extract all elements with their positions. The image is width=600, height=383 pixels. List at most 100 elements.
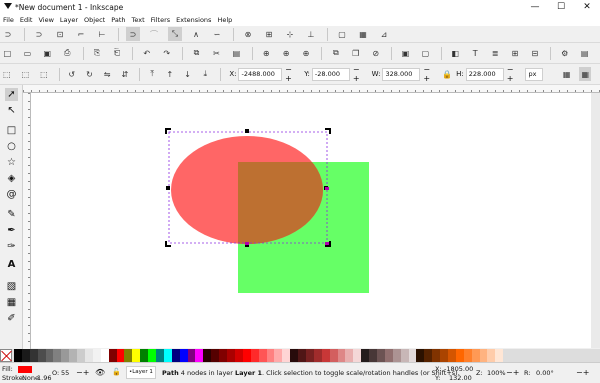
calligraphy-tool-icon[interactable]: ✑ <box>5 240 18 253</box>
print-icon[interactable]: ⎙ <box>63 48 72 58</box>
y-input[interactable]: -28.000 <box>311 67 350 81</box>
flip-horizontal-icon[interactable]: ⇋ <box>104 69 111 79</box>
color-swatch[interactable] <box>108 349 117 362</box>
text-tool-icon[interactable]: A <box>5 258 18 271</box>
maximize-button[interactable]: ☐ <box>548 0 574 14</box>
snap-grid-icon[interactable]: ▦ <box>358 29 368 39</box>
color-swatch[interactable] <box>329 349 338 362</box>
open-icon[interactable]: ▭ <box>23 48 32 58</box>
color-swatch[interactable] <box>37 349 46 362</box>
text-font-icon[interactable]: T <box>471 48 480 58</box>
color-swatch[interactable] <box>258 349 267 362</box>
menu-help[interactable]: Help <box>217 16 232 24</box>
color-swatch[interactable] <box>392 349 401 362</box>
snap-guide-icon[interactable]: ⊿ <box>379 29 389 39</box>
snap-bbox-icon[interactable]: ⊃ <box>34 29 44 39</box>
snap-paths-icon[interactable]: ⌒ <box>149 29 159 39</box>
spiral-tool-icon[interactable]: @ <box>5 188 18 201</box>
group-icon[interactable]: ▣ <box>401 48 410 58</box>
select-all-layers-icon[interactable]: ⬚ <box>22 69 30 79</box>
handle-top-right[interactable] <box>325 128 331 134</box>
zoom-stepper[interactable]: −+ <box>506 368 519 377</box>
color-swatch[interactable] <box>163 349 172 362</box>
snap-toggle-icon[interactable]: ⊃ <box>3 29 13 39</box>
close-button[interactable]: ✕ <box>574 0 600 14</box>
menu-object[interactable]: Object <box>84 16 105 24</box>
color-swatch[interactable] <box>132 349 141 362</box>
snap-bbox-corner-icon[interactable]: ⌐ <box>76 29 86 39</box>
selector-tool-icon[interactable]: ➚ <box>5 88 18 101</box>
color-swatch[interactable] <box>345 349 354 362</box>
rotate-ccw-icon[interactable]: ↺ <box>68 69 75 79</box>
color-swatch[interactable] <box>14 349 22 362</box>
lock-ratio-icon[interactable]: 🔒 <box>442 69 452 79</box>
color-swatch[interactable] <box>455 349 464 362</box>
x-stepper[interactable]: −+ <box>285 65 300 83</box>
color-swatch[interactable] <box>313 349 322 362</box>
color-swatch[interactable] <box>424 349 433 362</box>
select-all-icon[interactable]: ⬚ <box>3 69 11 79</box>
drawing-canvas[interactable] <box>31 93 591 348</box>
color-swatch[interactable] <box>495 349 504 362</box>
opacity-value[interactable]: 55 <box>61 369 69 377</box>
snap-text-baseline-icon[interactable]: ⊥ <box>306 29 316 39</box>
fill-stroke-icon[interactable]: ◧ <box>451 48 460 58</box>
flip-vertical-icon[interactable]: ⇵ <box>121 69 128 79</box>
color-swatch[interactable] <box>85 349 93 362</box>
handle-top[interactable] <box>245 129 249 133</box>
h-stepper[interactable]: −+ <box>507 65 522 83</box>
paste-icon[interactable]: ▤ <box>232 48 241 58</box>
unit-select[interactable]: px <box>525 67 543 81</box>
handle-top-left[interactable] <box>165 128 171 134</box>
vertical-scrollbar[interactable] <box>591 93 600 348</box>
handle-left[interactable] <box>166 186 170 190</box>
layer-visibility-icon[interactable]: 👁 <box>95 368 105 377</box>
color-swatch[interactable] <box>195 349 204 362</box>
color-swatch[interactable] <box>250 349 259 362</box>
raise-icon[interactable]: ↑ <box>167 69 174 79</box>
copy-icon[interactable]: ⧉ <box>192 48 201 58</box>
color-swatch[interactable] <box>487 349 496 362</box>
color-swatch[interactable] <box>290 349 299 362</box>
gradient-tool-icon[interactable]: ▧ <box>5 280 18 293</box>
node-marker[interactable] <box>245 242 249 245</box>
color-swatch[interactable] <box>298 349 306 362</box>
export-icon[interactable]: ⎗ <box>113 48 122 58</box>
menu-layer[interactable]: Layer <box>60 16 78 24</box>
color-swatch[interactable] <box>376 349 385 362</box>
snap-midpoints-icon[interactable]: ⊗ <box>243 29 253 39</box>
3d-box-tool-icon[interactable]: ◈ <box>5 172 18 185</box>
minimize-button[interactable]: — <box>522 0 548 14</box>
color-swatch[interactable] <box>227 349 235 362</box>
y-stepper[interactable]: −+ <box>353 65 368 83</box>
rotation-value[interactable]: 0.00° <box>536 369 554 377</box>
snap-centers-icon[interactable]: ⊞ <box>264 29 274 39</box>
ungroup-icon[interactable]: ▢ <box>421 48 430 58</box>
zoom-drawing-icon[interactable]: ⊕ <box>282 48 291 58</box>
duplicate-icon[interactable]: ⧉ <box>331 48 340 58</box>
rotation-stepper[interactable]: −+ <box>576 368 589 377</box>
clone-icon[interactable]: ❐ <box>351 48 360 58</box>
node-marker[interactable] <box>325 187 329 190</box>
menu-file[interactable]: File <box>3 16 14 24</box>
import-icon[interactable]: ⎘ <box>93 48 102 58</box>
snap-page-border-icon[interactable]: ▢ <box>337 29 347 39</box>
color-swatch[interactable] <box>21 349 30 362</box>
menu-filters[interactable]: Filters <box>151 16 170 24</box>
pen-tool-icon[interactable]: ✒ <box>5 224 18 237</box>
layer-lock-icon[interactable]: 🔓 <box>112 368 121 376</box>
snap-intersections-icon[interactable]: ⤡ <box>168 27 182 41</box>
snap-bbox-edge-icon[interactable]: ⊡ <box>55 29 65 39</box>
color-swatch[interactable] <box>337 349 346 362</box>
color-swatch[interactable] <box>61 349 70 362</box>
color-swatch[interactable] <box>432 349 441 362</box>
color-swatch[interactable] <box>408 349 417 362</box>
color-swatch[interactable] <box>100 349 109 362</box>
color-swatch[interactable] <box>124 349 133 362</box>
color-swatch[interactable] <box>321 349 330 362</box>
x-input[interactable]: -2488.000 <box>238 67 283 81</box>
color-swatch[interactable] <box>266 349 275 362</box>
horizontal-ruler[interactable] <box>23 85 600 93</box>
color-swatch[interactable] <box>171 349 180 362</box>
color-swatch[interactable] <box>29 349 38 362</box>
